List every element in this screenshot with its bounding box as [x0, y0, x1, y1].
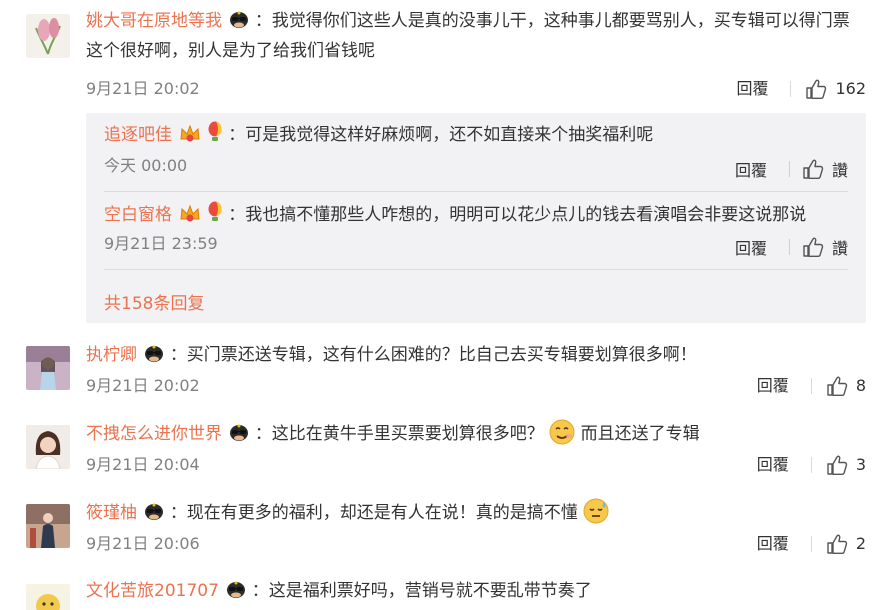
comment-text-line: 筱瑾柚 ：现在有更多的福利，却还是有人在说！真的是搞不懂 [86, 498, 864, 528]
reply-item: 追逐吧佳 ：可是我觉得这样好麻烦啊，还不如直接来个抽奖福利呢 今天 00:00 … [104, 121, 848, 192]
comment-time: 9月21日 20:02 [86, 376, 200, 395]
comment-time: 9月21日 20:04 [86, 455, 200, 474]
like-button-label[interactable]: 讚 [832, 157, 848, 181]
divider [104, 269, 848, 270]
comment-text-line: 不拽怎么进你世界 ：这比在黄牛手里买票要划算很多吧？ 而且还送了专辑 [86, 419, 864, 449]
divider [788, 161, 790, 177]
vip-badge-icon [144, 345, 164, 363]
reply-text-line: 空白窗格 ：我也搞不懂那些人咋想的，明明可以花少点儿的钱去看演唱会非要这说那说 [104, 201, 848, 228]
like-thumb-icon[interactable] [802, 236, 824, 258]
more-replies-link[interactable]: 共158条回复 [104, 289, 204, 314]
like-count: 2 [855, 534, 866, 553]
divider [810, 378, 812, 394]
smirk-emoji-icon [549, 419, 575, 445]
comment-actions: 回覆 8 [757, 374, 866, 398]
balloon-icon [207, 121, 223, 143]
like-count: 162 [835, 79, 866, 98]
like-button-label[interactable]: 讚 [832, 235, 848, 259]
like-thumb-icon[interactable] [802, 158, 824, 180]
comment-time: 9月21日 20:02 [86, 79, 200, 98]
comment-text-line: 文化苦旅201707 ：这是福利票好吗，营销号就不要乱带节奏了 [86, 576, 864, 606]
divider [104, 191, 848, 192]
reply-button[interactable]: 回覆 [735, 157, 767, 181]
reply-actions: 回覆 讚 [735, 157, 848, 181]
divider [788, 239, 790, 255]
comment-text: ：现在有更多的福利，却还是有人在说！真的是搞不懂 [169, 503, 578, 523]
vip-badge-icon [229, 424, 249, 442]
reply-button[interactable]: 回覆 [757, 374, 789, 398]
comment-text: ：买门票还送专辑，这有什么困难的？比自己去买专辑要划算很多啊！ [169, 345, 697, 365]
comment-time: 9月21日 20:06 [86, 534, 200, 553]
avatar[interactable] [26, 346, 70, 390]
divider [810, 457, 812, 473]
reply-text: ：可是我觉得这样好麻烦啊，还不如直接来个抽奖福利呢 [228, 125, 654, 145]
balloon-icon [207, 201, 223, 223]
reply-text-line: 追逐吧佳 ：可是我觉得这样好麻烦啊，还不如直接来个抽奖福利呢 [104, 121, 848, 148]
reply-button[interactable]: 回覆 [757, 532, 789, 556]
username-link[interactable]: 文化苦旅201707 [86, 581, 219, 601]
reply-thread: 追逐吧佳 ：可是我觉得这样好麻烦啊，还不如直接来个抽奖福利呢 今天 00:00 … [86, 113, 866, 323]
like-count: 3 [855, 455, 866, 474]
like-count: 8 [855, 376, 866, 395]
comment-actions: 回覆 3 [757, 453, 866, 477]
like-thumb-icon[interactable] [826, 454, 848, 476]
crown-icon [179, 203, 201, 223]
avatar[interactable] [26, 584, 70, 610]
crown-icon [179, 123, 201, 143]
comment-text: ：这比在黄牛手里买票要划算很多吧？ [254, 424, 544, 444]
reply-text: ：我也搞不懂那些人咋想的，明明可以花少点儿的钱去看演唱会非要这说那说 [228, 205, 807, 225]
reply-item: 空白窗格 ：我也搞不懂那些人咋想的，明明可以花少点儿的钱去看演唱会非要这说那说 … [104, 201, 848, 270]
username-link[interactable]: 不拽怎么进你世界 [86, 424, 222, 444]
username-link[interactable]: 空白窗格 [104, 205, 172, 225]
comment-text-line: 姚大哥在原地等我 ：我觉得你们这些人是真的没事儿干，这种事儿都要骂别人，买专辑可… [86, 6, 864, 66]
comment-text-after: 而且还送了专辑 [580, 424, 700, 444]
comment-text: ：这是福利票好吗，营销号就不要乱带节奏了 [251, 581, 592, 601]
comment-list: 姚大哥在原地等我 ：我觉得你们这些人是真的没事儿干，这种事儿都要骂别人，买专辑可… [0, 0, 884, 610]
username-link[interactable]: 追逐吧佳 [104, 125, 172, 145]
reply-button[interactable]: 回覆 [757, 453, 789, 477]
avatar[interactable] [26, 425, 70, 469]
username-link[interactable]: 执柠卿 [86, 345, 137, 365]
vip-badge-icon [226, 581, 246, 599]
reply-button[interactable]: 回覆 [736, 77, 768, 101]
username-link[interactable]: 筱瑾柚 [86, 503, 137, 523]
username-link[interactable]: 姚大哥在原地等我 [86, 11, 222, 31]
like-thumb-icon[interactable] [805, 78, 827, 100]
reply-button[interactable]: 回覆 [735, 235, 767, 259]
avatar[interactable] [26, 14, 70, 58]
comment-actions: 回覆 162 [736, 77, 866, 101]
vip-badge-icon [144, 503, 164, 521]
like-thumb-icon[interactable] [826, 533, 848, 555]
comment-actions: 回覆 2 [757, 532, 866, 556]
like-thumb-icon[interactable] [826, 375, 848, 397]
divider [810, 536, 812, 552]
avatar[interactable] [26, 504, 70, 548]
comment-text-line: 执柠卿 ：买门票还送专辑，这有什么困难的？比自己去买专辑要划算很多啊！ [86, 340, 864, 370]
sweat-emoji-icon [583, 498, 609, 524]
vip-badge-icon [229, 11, 249, 29]
reply-actions: 回覆 讚 [735, 235, 848, 259]
divider [790, 81, 792, 97]
